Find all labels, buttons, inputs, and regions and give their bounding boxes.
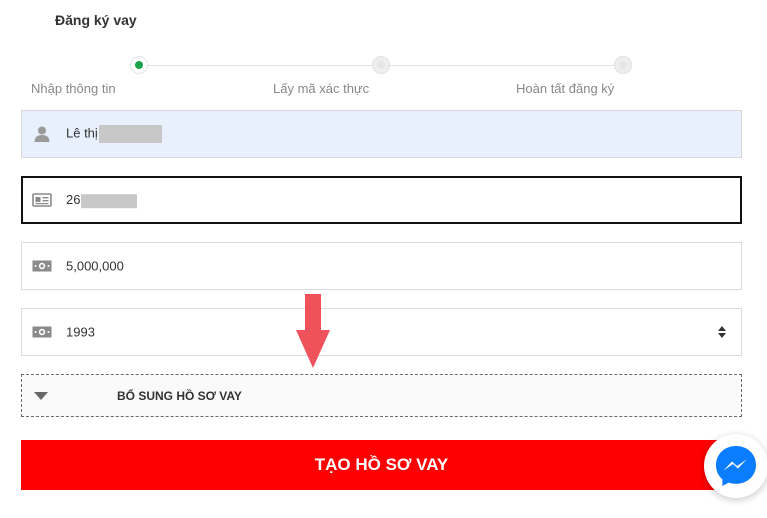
select-arrows-icon[interactable] [717, 325, 727, 339]
money-icon [32, 258, 52, 274]
loan-amount-field[interactable]: 5,000,000 [21, 242, 742, 290]
additional-profile-toggle[interactable]: BỔ SUNG HỒ SƠ VAY [21, 374, 742, 417]
messenger-chat-button[interactable] [704, 434, 767, 498]
step-3-dot [614, 56, 632, 74]
down-arrow-annotation-icon [296, 294, 330, 368]
caret-down-icon [34, 392, 48, 400]
redacted-block [81, 193, 138, 208]
birth-year-select[interactable]: 1993 [21, 308, 742, 356]
user-icon [32, 126, 52, 142]
step-1-dot [130, 56, 148, 74]
id-number-field[interactable]: 26 [21, 176, 742, 224]
id-number-value: 26 [66, 192, 138, 208]
id-card-icon [32, 192, 52, 208]
money-icon [32, 324, 52, 340]
name-value: Lê thị [66, 125, 162, 143]
step-1-label: Nhập thông tin [31, 81, 116, 96]
additional-profile-label: BỔ SUNG HỒ SƠ VAY [117, 388, 242, 403]
step-3-label: Hoàn tất đăng ký [516, 81, 615, 96]
step-2-label: Lấy mã xác thực [273, 81, 370, 96]
form-title: Đăng ký vay [55, 12, 137, 28]
name-field[interactable]: Lê thị [21, 110, 742, 158]
redacted-block [98, 125, 162, 143]
loan-amount-value: 5,000,000 [66, 258, 124, 274]
birth-year-value: 1993 [66, 324, 95, 340]
step-2-dot [372, 56, 390, 74]
messenger-icon [716, 446, 756, 486]
create-loan-profile-button[interactable]: TẠO HỒ SƠ VAY [21, 440, 742, 490]
